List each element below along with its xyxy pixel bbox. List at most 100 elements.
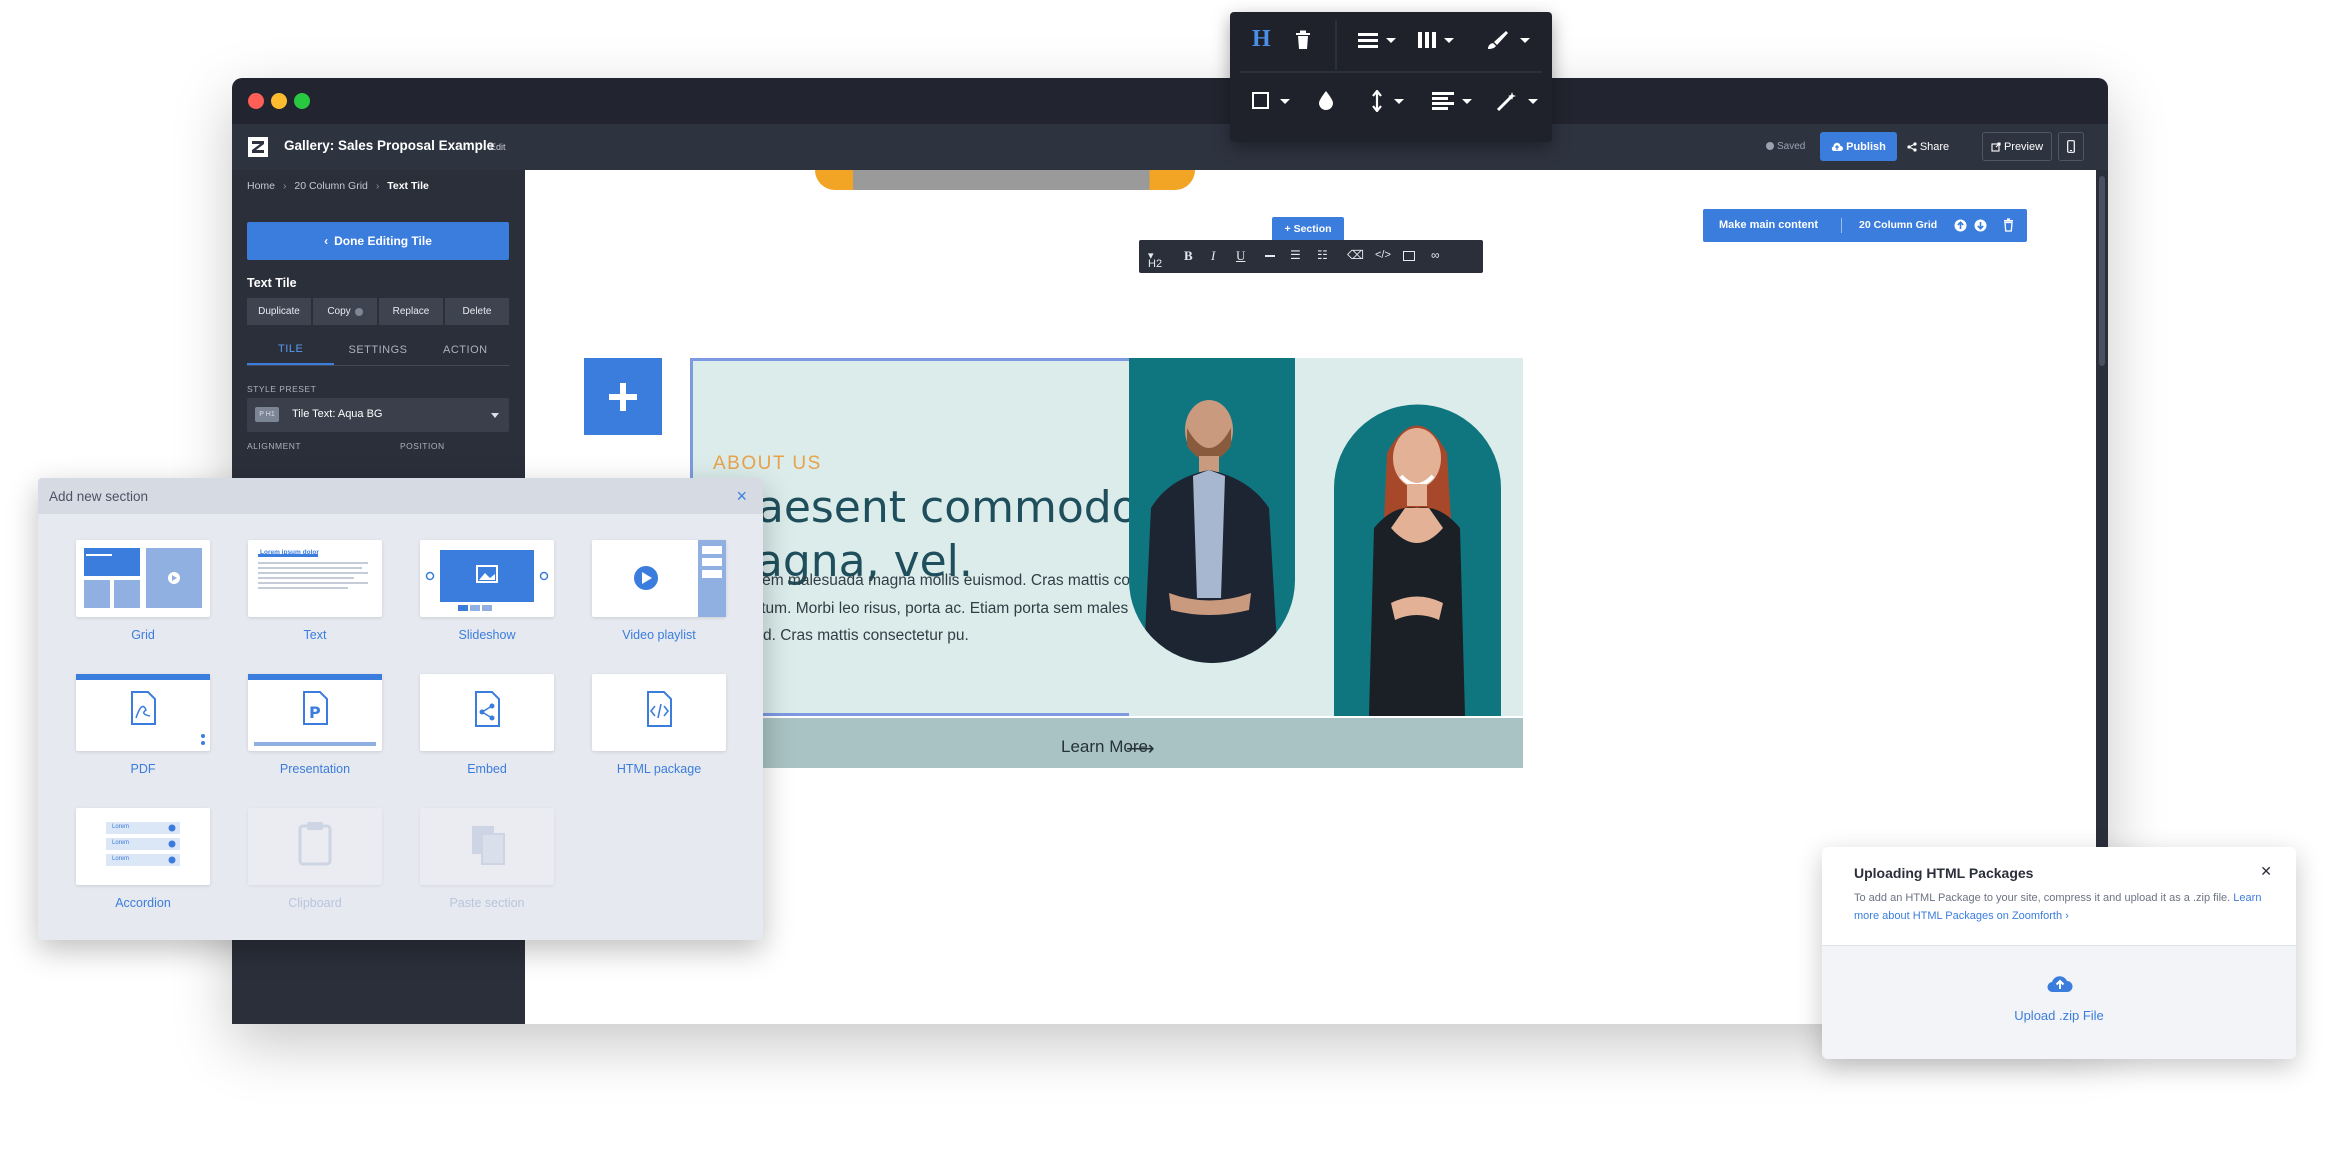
grid-option-card[interactable] [76, 540, 210, 617]
columns-select-icon[interactable] [1418, 32, 1458, 48]
close-icon[interactable]: ✕ [2260, 863, 2272, 880]
trash-icon[interactable] [2003, 218, 2014, 232]
close-window-button[interactable] [248, 93, 264, 109]
preview-label: Preview [2003, 140, 2044, 153]
magic-wand-icon[interactable] [1496, 90, 1544, 112]
close-icon[interactable]: × [736, 486, 747, 507]
make-main-content-button[interactable]: Make main content [1719, 219, 1818, 231]
grid-type-label[interactable]: 20 Column Grid [1859, 219, 1937, 231]
embed-option-card[interactable] [420, 674, 554, 751]
tab-tile[interactable]: TILE [247, 334, 335, 365]
border-select-icon[interactable] [1252, 92, 1294, 110]
style-popover: H [1230, 12, 1552, 142]
minimize-window-button[interactable] [271, 93, 287, 109]
code-icon[interactable]: </> [1375, 249, 1391, 261]
upload-zip-button[interactable]: Upload .zip File [1822, 1008, 2296, 1023]
video-playlist-option-card[interactable] [592, 540, 726, 617]
gallery-title: Gallery: Sales Proposal Example [284, 138, 495, 153]
paint-brush-icon[interactable] [1486, 30, 1534, 50]
add-section-panel: Add new section × Grid Lorem ipsum dolor… [38, 478, 763, 940]
color-drop-icon[interactable] [1318, 90, 1334, 110]
presentation-option-card[interactable]: P [248, 674, 382, 751]
breadcrumb-home[interactable]: Home [247, 180, 275, 192]
publish-button[interactable]: Publish [1820, 132, 1897, 161]
grid-option-label[interactable]: Grid [76, 628, 210, 642]
tile-type-heading: Text Tile [247, 276, 297, 290]
tab-settings[interactable]: SETTINGS [334, 334, 421, 365]
text-format-toolbar: H2 ▾ B I U ☰ ☷ ⌫ </> ∞ [1139, 240, 1483, 273]
text-option-label[interactable]: Text [248, 628, 382, 642]
photo-tile[interactable] [1129, 358, 1523, 716]
pdf-option-card[interactable] [76, 674, 210, 751]
share-button[interactable]: Share [1904, 132, 1952, 161]
presentation-option-label[interactable]: Presentation [248, 762, 382, 776]
cloud-upload-icon [1831, 142, 1844, 151]
arrow-right-icon: ⟶ [1126, 738, 1155, 760]
accordion-option-card[interactable]: Lorem Lorem Lorem [76, 808, 210, 885]
row-height-select-icon[interactable] [1358, 32, 1398, 48]
style-preset-label: STYLE PRESET [247, 384, 317, 394]
scrollbar-thumb[interactable] [2099, 176, 2105, 366]
underline-icon[interactable]: U [1236, 248, 1245, 264]
bullet-list-icon[interactable]: ☰ [1290, 248, 1301, 262]
embed-thumbnail [475, 691, 500, 727]
move-down-icon[interactable] [1974, 219, 1987, 232]
app-header: Gallery: Sales Proposal Example Edit Sav… [232, 124, 2108, 170]
breadcrumb-current: Text Tile [387, 180, 429, 192]
slideshow-option-label[interactable]: Slideshow [420, 628, 554, 642]
html-package-option-card[interactable] [592, 674, 726, 751]
accordion-item-label: Lorem [112, 840, 130, 846]
upload-dropzone[interactable]: Upload .zip File [1822, 945, 2296, 1059]
breadcrumb-grid[interactable]: 20 Column Grid [294, 180, 368, 192]
edit-title-link[interactable]: Edit [490, 142, 506, 152]
numbered-list-icon[interactable]: ☷ [1317, 248, 1328, 262]
pdf-option-label[interactable]: PDF [76, 762, 210, 776]
text-align-select-icon[interactable] [1432, 92, 1480, 110]
breadcrumb: Home › 20 Column Grid › Text Tile [247, 180, 429, 192]
video-playlist-option-label[interactable]: Video playlist [592, 628, 726, 642]
paste-icon [472, 826, 505, 865]
delete-button[interactable]: Delete [445, 298, 509, 325]
preview-button[interactable]: Preview [1982, 132, 2052, 161]
external-link-icon [1991, 141, 2001, 152]
trash-icon[interactable] [1295, 30, 1311, 50]
link-icon[interactable]: ∞ [1431, 248, 1440, 262]
info-icon [354, 307, 363, 316]
table-icon[interactable] [1403, 251, 1415, 261]
maximize-window-button[interactable] [294, 93, 310, 109]
html-package-thumbnail [647, 691, 672, 727]
svg-text:P: P [309, 703, 321, 722]
mobile-view-button[interactable] [2058, 132, 2084, 161]
italic-icon[interactable]: I [1211, 248, 1215, 264]
replace-button[interactable]: Replace [379, 298, 443, 325]
done-editing-button[interactable]: ‹ Done Editing Tile [247, 222, 509, 260]
chevron-left-icon: ‹ [324, 234, 329, 248]
share-icon [1907, 141, 1917, 152]
breadcrumb-separator-icon: › [282, 180, 287, 192]
vertical-spacing-icon[interactable] [1370, 90, 1408, 112]
position-label: POSITION [400, 441, 445, 451]
heading-style-icon[interactable]: H [1252, 26, 1271, 53]
duplicate-button[interactable]: Duplicate [247, 298, 311, 325]
style-preset-select[interactable]: P H1 Tile Text: Aqua BG [247, 398, 509, 432]
publish-label: Publish [1846, 140, 1886, 153]
tile-actions: Duplicate Copy Replace Delete [247, 298, 509, 325]
bold-icon[interactable]: B [1184, 248, 1193, 264]
add-tile-button[interactable] [584, 358, 662, 435]
horizontal-rule-icon[interactable] [1265, 255, 1275, 257]
add-section-button[interactable]: + Section [1272, 217, 1344, 241]
heading-level-select[interactable]: H2 ▾ [1148, 249, 1162, 270]
slideshow-option-card[interactable] [420, 540, 554, 617]
text-option-card[interactable]: Lorem ipsum dolor [248, 540, 382, 617]
tab-action[interactable]: ACTION [422, 334, 509, 365]
embed-option-label[interactable]: Embed [420, 762, 554, 776]
html-package-option-label[interactable]: HTML package [592, 762, 726, 776]
grid-thumbnail [84, 548, 202, 608]
move-up-icon[interactable] [1954, 219, 1967, 232]
presentation-thumbnail: P [248, 674, 382, 746]
clear-format-icon[interactable]: ⌫ [1347, 248, 1364, 262]
heading-level-label: H2 [1148, 258, 1163, 270]
copy-button[interactable]: Copy [313, 298, 377, 325]
accordion-option-label[interactable]: Accordion [76, 896, 210, 910]
zoomforth-logo-icon[interactable] [248, 137, 268, 157]
